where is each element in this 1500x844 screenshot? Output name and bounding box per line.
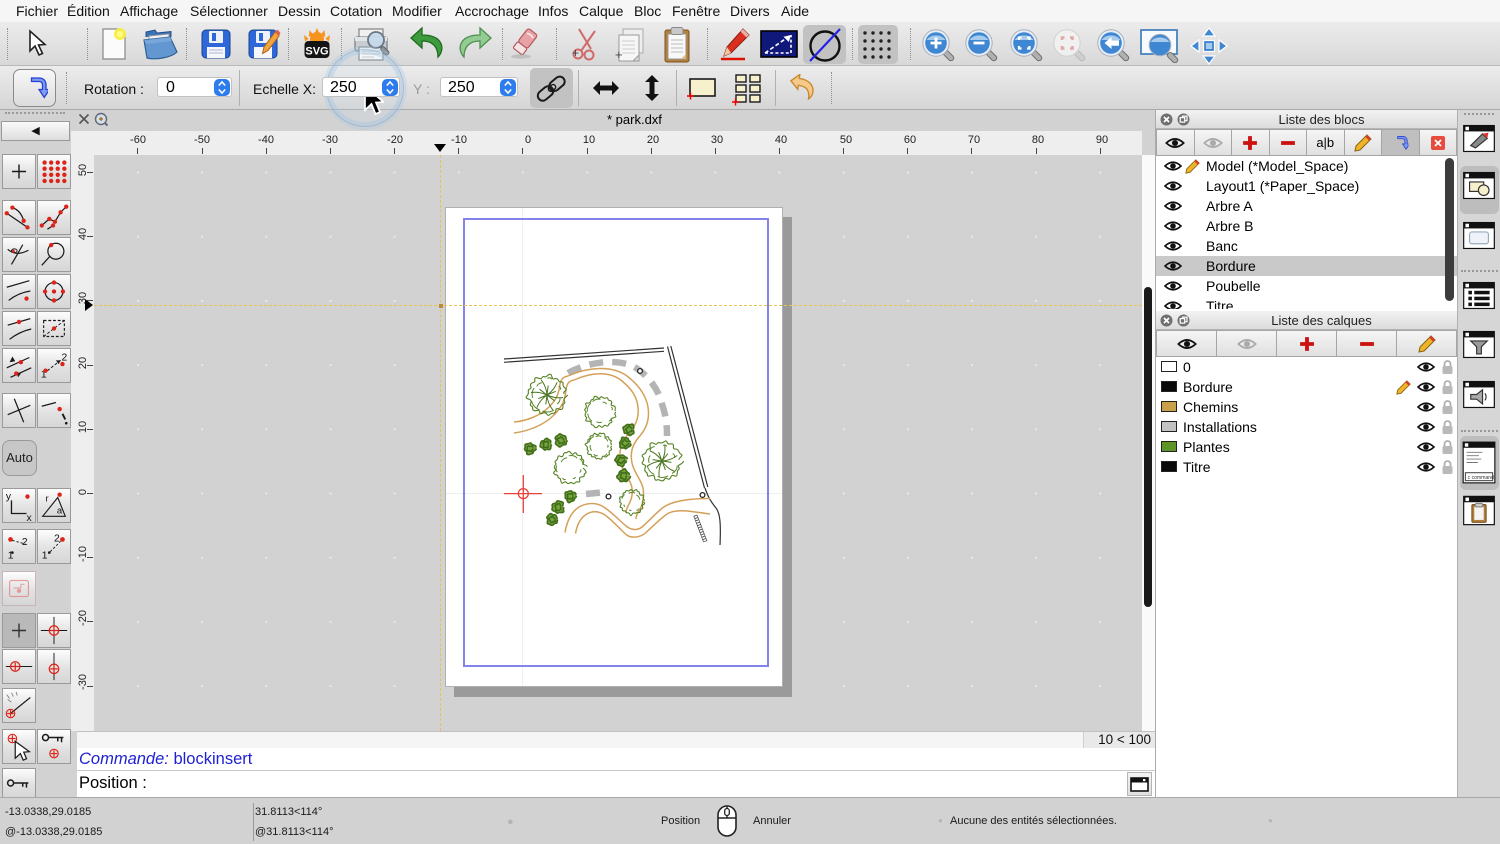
svg-text:1: 1	[42, 550, 48, 561]
svg-text:r: r	[46, 492, 49, 503]
svg-text:c command: c command	[1468, 475, 1494, 481]
svg-text:x: x	[27, 513, 33, 522]
svg-text:+: +	[572, 46, 579, 60]
svg-text:2: 2	[54, 533, 60, 544]
svg-text:2: 2	[62, 352, 68, 363]
svg-text:SVG: SVG	[305, 46, 328, 58]
svg-text:y: y	[6, 491, 12, 502]
svg-text:+: +	[615, 47, 623, 62]
svg-text:a: a	[57, 505, 63, 516]
svg-text:2: 2	[22, 537, 28, 548]
